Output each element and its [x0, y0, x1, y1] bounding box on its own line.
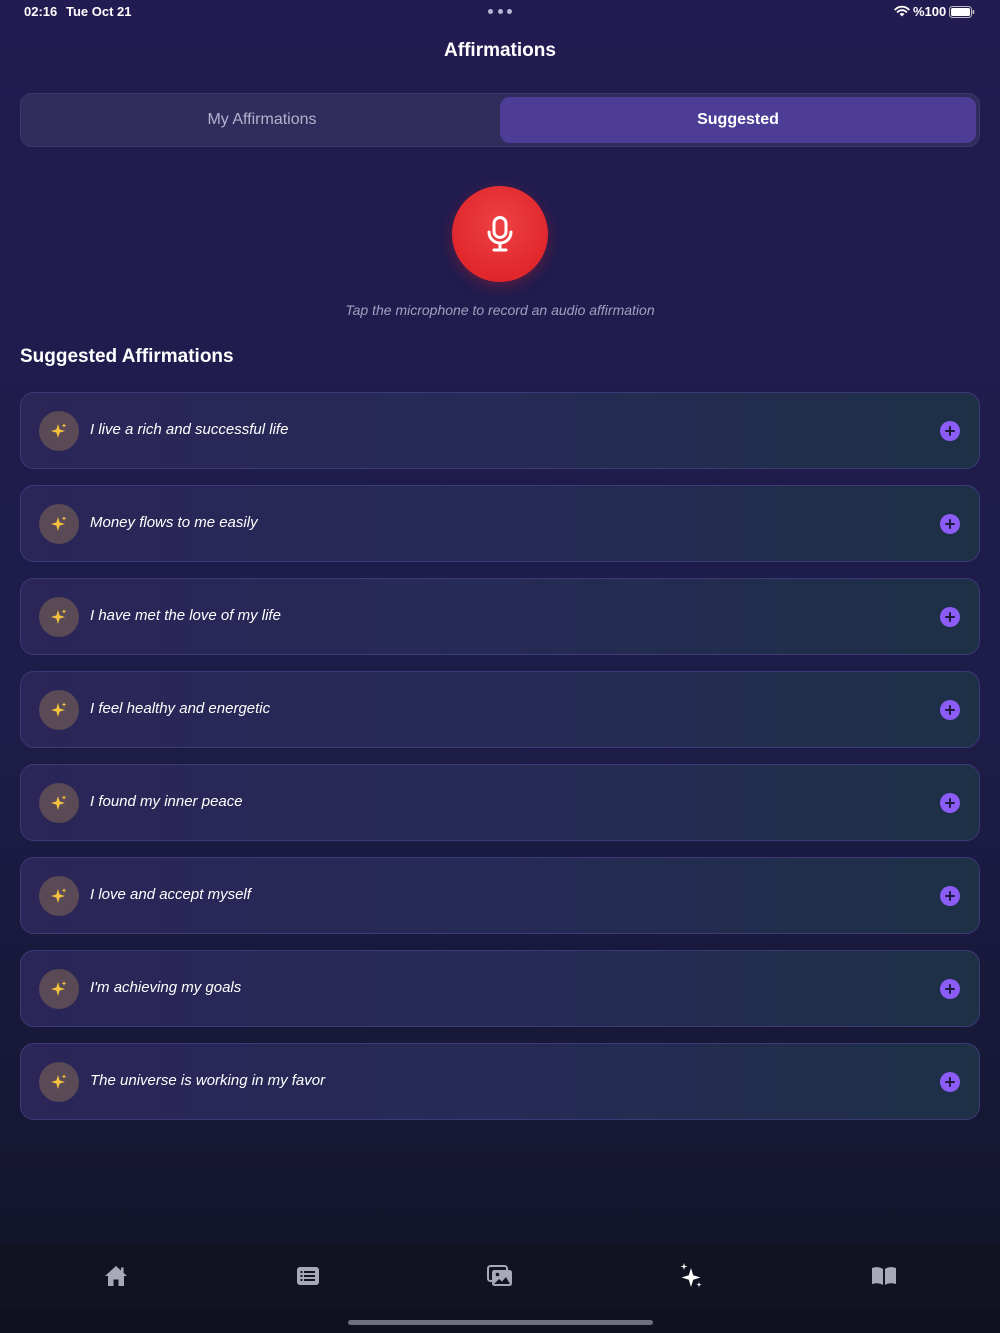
multitasking-dots-icon[interactable]	[488, 9, 512, 15]
affirmation-item[interactable]: I have met the love of my life	[20, 578, 980, 655]
add-icon[interactable]	[940, 607, 960, 627]
sparkles-icon	[39, 969, 79, 1009]
affirmation-item[interactable]: I'm achieving my goals	[20, 950, 980, 1027]
affirmation-text: I feel healthy and energetic	[90, 700, 271, 717]
affirmation-item[interactable]: I live a rich and successful life	[20, 392, 980, 469]
tab-gallery[interactable]	[480, 1260, 520, 1292]
sparkles-icon	[39, 411, 79, 451]
sparkles-icon	[39, 504, 79, 544]
add-icon[interactable]	[940, 793, 960, 813]
affirmation-text: The universe is working in my favor	[90, 1072, 326, 1089]
sparkles-icon	[39, 783, 79, 823]
tab-list[interactable]	[288, 1260, 328, 1292]
affirmation-text: I'm achieving my goals	[90, 979, 242, 996]
list-icon	[297, 1267, 319, 1285]
status-time: 02:16	[24, 4, 58, 19]
wifi-icon	[894, 5, 910, 17]
sparkles-icon	[39, 597, 79, 637]
status-date: Tue Oct 21	[66, 4, 132, 19]
add-icon[interactable]	[940, 514, 960, 534]
battery-icon	[949, 6, 975, 18]
tab-bar	[0, 1243, 1000, 1309]
affirmation-item[interactable]: The universe is working in my favor	[20, 1043, 980, 1120]
tab-home[interactable]	[96, 1260, 136, 1292]
add-icon[interactable]	[940, 979, 960, 999]
book-icon	[872, 1267, 896, 1285]
page-title: Affirmations	[444, 40, 556, 61]
record-button[interactable]	[452, 186, 548, 282]
battery-percentage: %100	[913, 4, 947, 19]
tab-book[interactable]	[864, 1260, 904, 1292]
record-hint: Tap the microphone to record an audio af…	[345, 302, 655, 318]
affirmation-text: Money flows to me easily	[90, 514, 258, 531]
home-indicator[interactable]	[348, 1320, 653, 1325]
tab-suggested[interactable]: Suggested	[500, 97, 976, 143]
add-icon[interactable]	[940, 886, 960, 906]
sparkles-icon	[39, 1062, 79, 1102]
sparkles-icon	[39, 876, 79, 916]
home-icon	[105, 1266, 127, 1286]
add-icon[interactable]	[940, 700, 960, 720]
add-icon[interactable]	[940, 1072, 960, 1092]
affirmation-text: I found my inner peace	[90, 793, 243, 810]
affirmation-item[interactable]: Money flows to me easily	[20, 485, 980, 562]
affirmation-item[interactable]: I feel healthy and energetic	[20, 671, 980, 748]
tab-my-affirmations[interactable]: My Affirmations	[24, 97, 500, 143]
affirmation-text: I love and accept myself	[90, 886, 251, 903]
microphone-icon	[487, 216, 513, 252]
add-icon[interactable]	[940, 421, 960, 441]
affirmation-item[interactable]: I found my inner peace	[20, 764, 980, 841]
tab-affirmations[interactable]	[672, 1260, 712, 1292]
affirmation-text: I live a rich and successful life	[90, 421, 289, 438]
section-title: Suggested Affirmations	[20, 346, 234, 367]
sparkles-icon	[680, 1263, 702, 1288]
sparkles-icon	[39, 690, 79, 730]
segmented-control: My Affirmations Suggested	[20, 93, 980, 147]
status-bar: 02:16 Tue Oct 21 %100	[0, 0, 1000, 24]
gallery-icon	[487, 1265, 512, 1286]
affirmation-item[interactable]: I love and accept myself	[20, 857, 980, 934]
affirmation-text: I have met the love of my life	[90, 607, 281, 624]
